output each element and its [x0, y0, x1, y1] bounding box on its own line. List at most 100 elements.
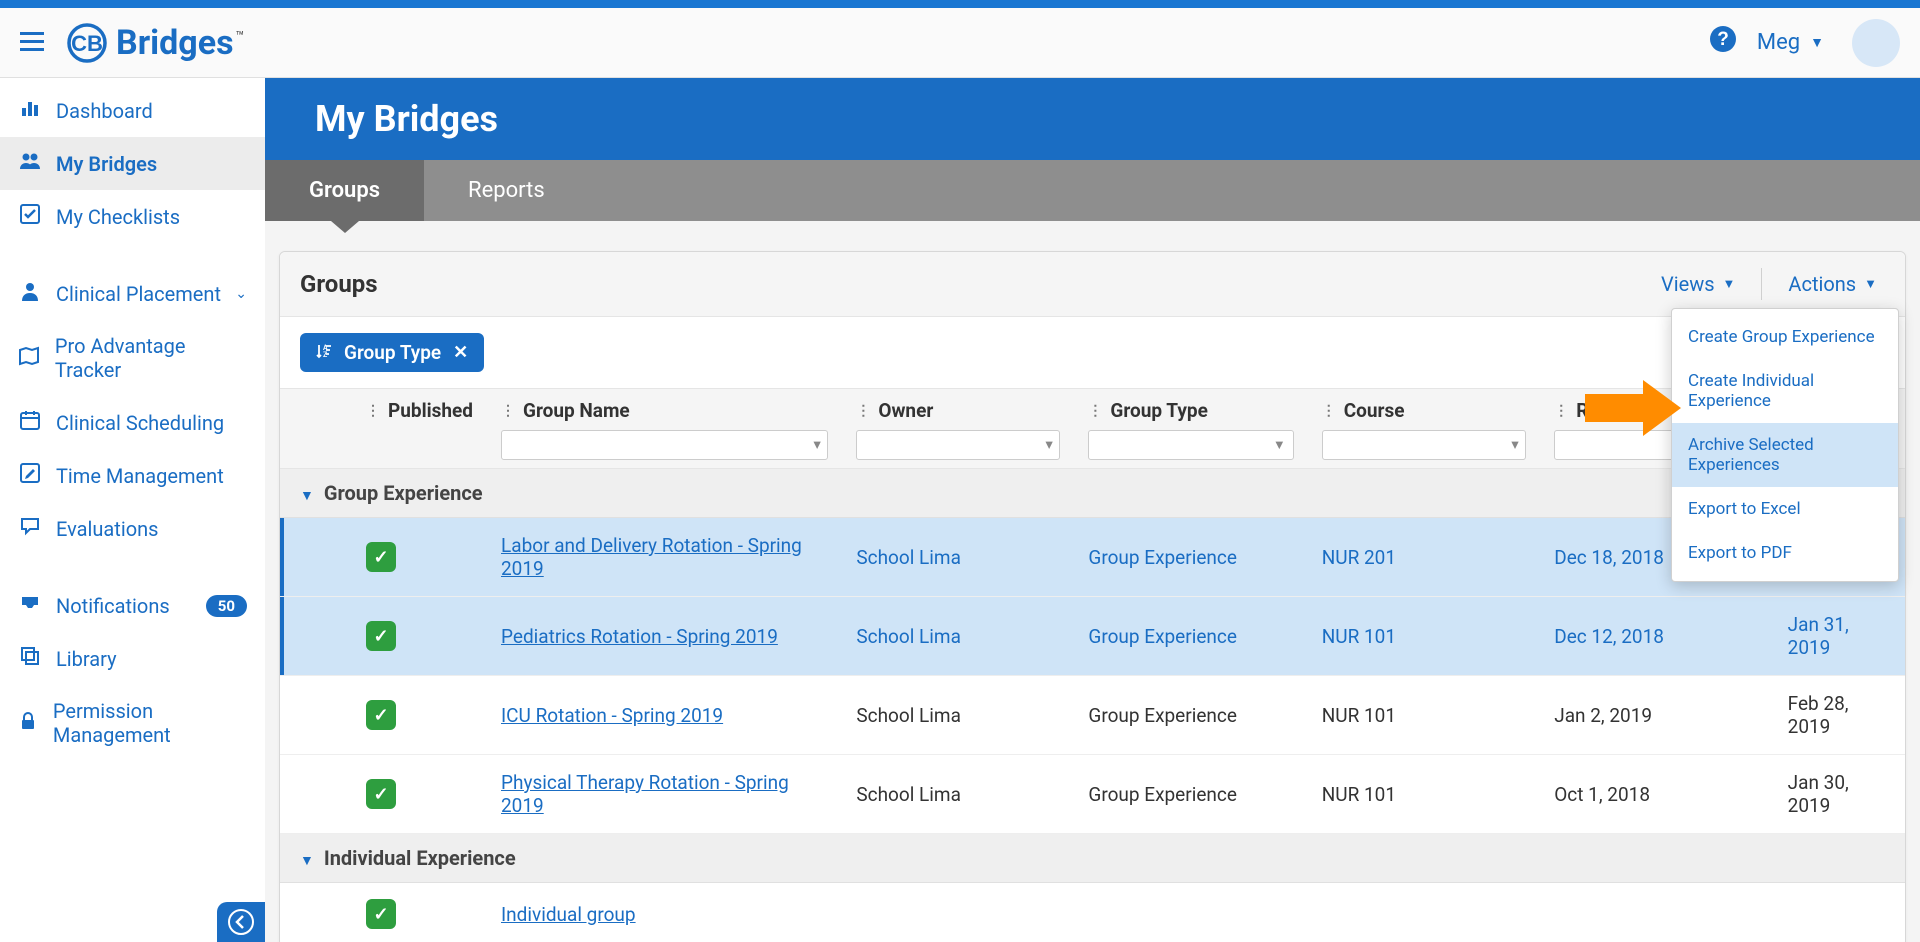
column-menu-icon[interactable]: ⋮: [856, 403, 870, 419]
avatar[interactable]: [1852, 19, 1900, 67]
sidebar-item-notifications[interactable]: Notifications 50: [0, 579, 265, 632]
group-name-link[interactable]: Physical Therapy Rotation - Spring 2019: [501, 771, 789, 817]
user-menu[interactable]: Meg ▼: [1757, 19, 1900, 67]
column-header-group-name[interactable]: ⋮Group Name ▾: [487, 389, 842, 469]
caret-down-icon: ▼: [1723, 276, 1736, 292]
bar-chart-icon: [18, 98, 42, 123]
action-create-individual-experience[interactable]: Create Individual Experience: [1672, 359, 1898, 423]
table-row[interactable]: ✓ Pediatrics Rotation - Spring 2019 School…: [280, 597, 1905, 676]
tab-reports[interactable]: Reports: [424, 160, 589, 221]
sidebar-item-clinical-scheduling[interactable]: Clinical Scheduling: [0, 396, 265, 449]
row-select-cell[interactable]: [280, 597, 352, 676]
column-label: Course: [1344, 399, 1405, 422]
sidebar-item-time-management[interactable]: Time Management: [0, 449, 265, 502]
action-export-to-pdf[interactable]: Export to PDF: [1672, 531, 1898, 575]
column-menu-icon[interactable]: ⋮: [1088, 403, 1102, 419]
check-icon: ✓: [366, 621, 396, 651]
sidebar-item-label: My Checklists: [56, 205, 180, 229]
column-header-published[interactable]: ⋮Published: [352, 389, 487, 469]
actions-menu[interactable]: Actions ▼: [1780, 268, 1885, 300]
sidebar-item-label: Clinical Placement: [56, 282, 221, 306]
group-name: Group Experience: [324, 481, 483, 505]
group-type-cell: Group Experience: [1074, 597, 1307, 676]
owner-cell: School Lima: [842, 755, 1074, 834]
check-icon: ✓: [366, 700, 396, 730]
column-header-checkbox: [280, 389, 352, 469]
sidebar-item-pro-advantage-tracker[interactable]: Pro Advantage Tracker: [0, 320, 265, 396]
sidebar-item-my-checklists[interactable]: My Checklists: [0, 190, 265, 243]
back-button[interactable]: [217, 902, 265, 942]
close-icon[interactable]: ✕: [453, 342, 468, 363]
sidebar-item-evaluations[interactable]: Evaluations: [0, 502, 265, 555]
table-row[interactable]: ✓ Physical Therapy Rotation - Spring 2019…: [280, 755, 1905, 834]
groups-table: ⋮Published ⋮Group Name ▾ ⋮Owner ▾: [280, 388, 1905, 942]
sidebar-item-dashboard[interactable]: Dashboard: [0, 84, 265, 137]
column-header-course[interactable]: ⋮Course ▾: [1308, 389, 1541, 469]
rotation-start-cell: Jan 2, 2019: [1540, 676, 1773, 755]
column-label: Group Type: [1110, 399, 1207, 422]
owner-cell: School Lima: [842, 597, 1074, 676]
group-name-cell: Pediatrics Rotation - Spring 2019: [487, 597, 842, 676]
filter-chip-group-type[interactable]: AZ Group Type ✕: [300, 333, 484, 372]
sidebar-item-clinical-placement[interactable]: Clinical Placement ⌄: [0, 267, 265, 320]
sidebar: Dashboard My Bridges My Checklists Clini…: [0, 78, 265, 942]
column-menu-icon[interactable]: ⋮: [1322, 403, 1336, 419]
rotation-start-cell: Dec 12, 2018: [1540, 597, 1773, 676]
top-accent-bar: [0, 0, 1920, 8]
action-archive-selected-experiences[interactable]: Archive Selected Experiences: [1672, 423, 1898, 487]
menu-button[interactable]: [20, 26, 44, 59]
row-select-cell[interactable]: [280, 676, 352, 755]
column-menu-icon[interactable]: ⋮: [366, 403, 380, 419]
filter-group-type[interactable]: [1088, 430, 1293, 460]
rotation-end-cell: [1774, 883, 1905, 942]
svg-text:?: ?: [1717, 29, 1729, 50]
course-cell: NUR 101: [1308, 755, 1541, 834]
owner-cell: [842, 883, 1074, 942]
table-row[interactable]: ✓ICU Rotation - Spring 2019School LimaGr…: [280, 676, 1905, 755]
filter-course[interactable]: [1322, 430, 1527, 460]
views-menu[interactable]: Views ▼: [1653, 268, 1743, 300]
column-menu-icon[interactable]: ⋮: [501, 403, 515, 419]
group-header-row[interactable]: ▼Individual Experience: [280, 834, 1905, 883]
row-select-cell[interactable]: [280, 518, 352, 597]
action-export-to-excel[interactable]: Export to Excel: [1672, 487, 1898, 531]
brand-name: Bridges: [116, 23, 234, 63]
group-name-link[interactable]: ICU Rotation - Spring 2019: [501, 704, 723, 727]
sidebar-item-library[interactable]: Library: [0, 632, 265, 685]
tab-groups[interactable]: Groups: [265, 160, 424, 221]
published-cell: ✓: [352, 755, 487, 834]
course-cell: [1308, 883, 1541, 942]
column-header-owner[interactable]: ⋮Owner ▾: [842, 389, 1074, 469]
views-label: Views: [1661, 272, 1715, 296]
filter-owner[interactable]: [856, 430, 1060, 460]
group-name-link[interactable]: Individual group: [501, 903, 636, 926]
group-header-row[interactable]: ▼ Group Experience: [280, 469, 1905, 518]
edit-icon: [18, 463, 42, 488]
sidebar-item-permission-management[interactable]: Permission Management: [0, 685, 265, 761]
inbox-icon: [18, 593, 42, 618]
column-menu-icon[interactable]: ⋮: [1554, 403, 1568, 419]
action-create-group-experience[interactable]: Create Group Experience: [1672, 315, 1898, 359]
help-icon[interactable]: ?: [1709, 25, 1737, 60]
owner-cell: School Lima: [842, 518, 1074, 597]
copy-icon: [18, 646, 42, 671]
course-cell: NUR 201: [1308, 518, 1541, 597]
group-type-cell: Group Experience: [1074, 676, 1307, 755]
svg-text:Z: Z: [323, 351, 328, 359]
collapse-icon: ▼: [300, 487, 314, 504]
row-select-cell[interactable]: [280, 883, 352, 942]
sidebar-item-my-bridges[interactable]: My Bridges: [0, 137, 265, 190]
brand-logo[interactable]: CB Bridges™: [66, 22, 244, 64]
rotation-start-cell: [1540, 883, 1773, 942]
table-row[interactable]: ✓Labor and Delivery Rotation - Spring 20…: [280, 518, 1905, 597]
row-select-cell[interactable]: [280, 755, 352, 834]
group-type-cell: Group Experience: [1074, 518, 1307, 597]
column-label: Owner: [878, 399, 933, 422]
collapse-icon: ▼: [300, 852, 314, 869]
table-row[interactable]: ✓Individual group: [280, 883, 1905, 942]
column-header-group-type[interactable]: ⋮Group Type ▼: [1074, 389, 1307, 469]
group-name-link[interactable]: Labor and Delivery Rotation - Spring 201…: [501, 534, 802, 580]
group-name-link[interactable]: Pediatrics Rotation - Spring 2019: [501, 625, 778, 648]
filter-group-name[interactable]: [501, 430, 828, 460]
group-name-cell: Individual group: [487, 883, 842, 942]
